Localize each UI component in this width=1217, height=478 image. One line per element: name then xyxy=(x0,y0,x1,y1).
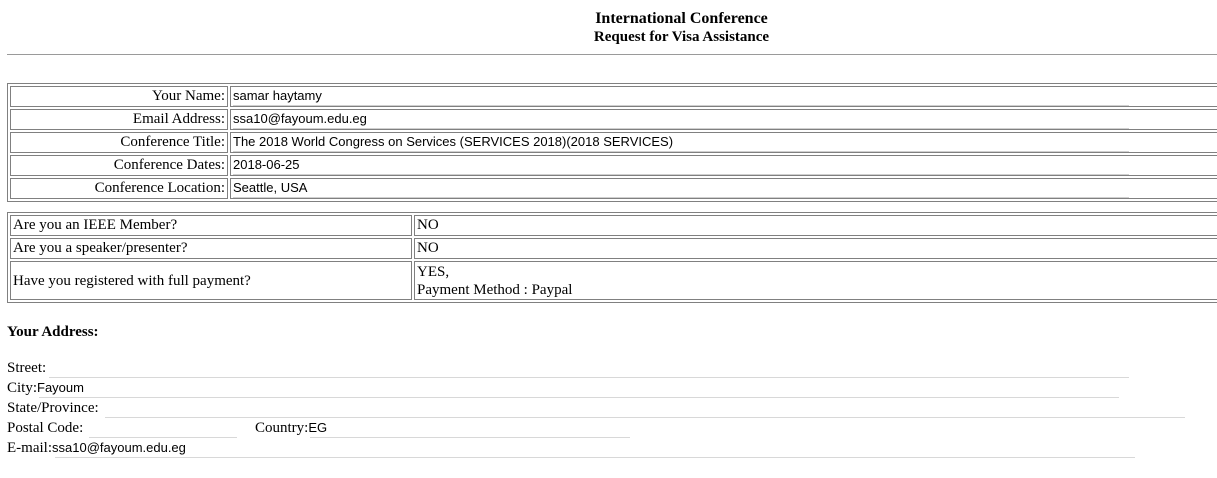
questions-table: Are you an IEEE Member? NO Are you a spe… xyxy=(7,212,1217,303)
header-divider xyxy=(7,54,1217,55)
city-line: City:Fayoum xyxy=(7,379,84,397)
name-cell: samar haytamy xyxy=(230,86,1217,107)
page-title: International Conference xyxy=(595,10,768,27)
conference-title-value: The 2018 World Congress on Services (SER… xyxy=(233,133,1129,152)
table-row: Email Address: ssa10@fayoum.edu.eg xyxy=(10,109,1217,130)
table-row: Are you a speaker/presenter? NO xyxy=(10,238,1217,259)
email-label: Email Address: xyxy=(10,109,228,130)
address-email-label: E-mail: xyxy=(7,440,52,456)
conference-info-table: Your Name: samar haytamy Email Address: … xyxy=(7,83,1217,202)
conference-location-value: Seattle, USA xyxy=(233,179,1129,198)
conference-title-cell: The 2018 World Congress on Services (SER… xyxy=(230,132,1217,153)
country-value: EG xyxy=(308,420,328,435)
street-underline xyxy=(49,377,1129,378)
speaker-answer: NO xyxy=(414,238,1217,259)
conference-dates-label: Conference Dates: xyxy=(10,155,228,176)
conference-dates-value: 2018-06-25 xyxy=(233,156,1129,175)
postal-line: Postal Code: xyxy=(7,419,83,437)
address-email-line: E-mail:ssa10@fayoum.edu.eg xyxy=(7,439,186,457)
city-underline xyxy=(39,397,1119,398)
registered-answer-cell: YES, Payment Method : Paypal xyxy=(414,261,1217,300)
payment-method: Payment Method : Paypal xyxy=(417,281,573,298)
name-value: samar haytamy xyxy=(233,87,1129,106)
postal-underline xyxy=(89,437,237,438)
conference-location-cell: Seattle, USA xyxy=(230,178,1217,199)
table-row: Have you registered with full payment? Y… xyxy=(10,261,1217,300)
name-label: Your Name: xyxy=(10,86,228,107)
conference-title-label: Conference Title: xyxy=(10,132,228,153)
email-cell: ssa10@fayoum.edu.eg xyxy=(230,109,1217,130)
country-underline xyxy=(310,437,630,438)
conference-dates-cell: 2018-06-25 xyxy=(230,155,1217,176)
conference-location-label: Conference Location: xyxy=(10,178,228,199)
page-header: International Conference Request for Vis… xyxy=(0,9,1217,46)
city-value: Fayoum xyxy=(37,380,84,395)
table-row: Are you an IEEE Member? NO xyxy=(10,215,1217,236)
state-underline xyxy=(105,417,1185,418)
email-value: ssa10@fayoum.edu.eg xyxy=(233,110,1129,129)
city-label: City: xyxy=(7,380,38,396)
state-line: State/Province: xyxy=(7,399,99,417)
table-row: Conference Dates: 2018-06-25 xyxy=(10,155,1217,176)
ieee-member-answer: NO xyxy=(414,215,1217,236)
state-label: State/Province: xyxy=(7,400,99,416)
country-label: Country: xyxy=(255,420,309,436)
registered-question: Have you registered with full payment? xyxy=(10,261,412,300)
street-line: Street: xyxy=(7,359,46,377)
table-row: Your Name: samar haytamy xyxy=(10,86,1217,107)
table-row: Conference Location: Seattle, USA xyxy=(10,178,1217,199)
address-heading: Your Address: xyxy=(7,324,99,340)
page-subtitle: Request for Visa Assistance xyxy=(593,29,770,45)
registered-answer: YES, xyxy=(417,263,450,280)
address-email-underline xyxy=(55,457,1135,458)
street-label: Street: xyxy=(7,360,47,376)
postal-label: Postal Code: xyxy=(7,420,84,436)
speaker-question: Are you a speaker/presenter? xyxy=(10,238,412,259)
table-row: Conference Title: The 2018 World Congres… xyxy=(10,132,1217,153)
ieee-member-question: Are you an IEEE Member? xyxy=(10,215,412,236)
country-line: Country:EG xyxy=(255,419,327,437)
address-email-value: ssa10@fayoum.edu.eg xyxy=(52,440,186,455)
